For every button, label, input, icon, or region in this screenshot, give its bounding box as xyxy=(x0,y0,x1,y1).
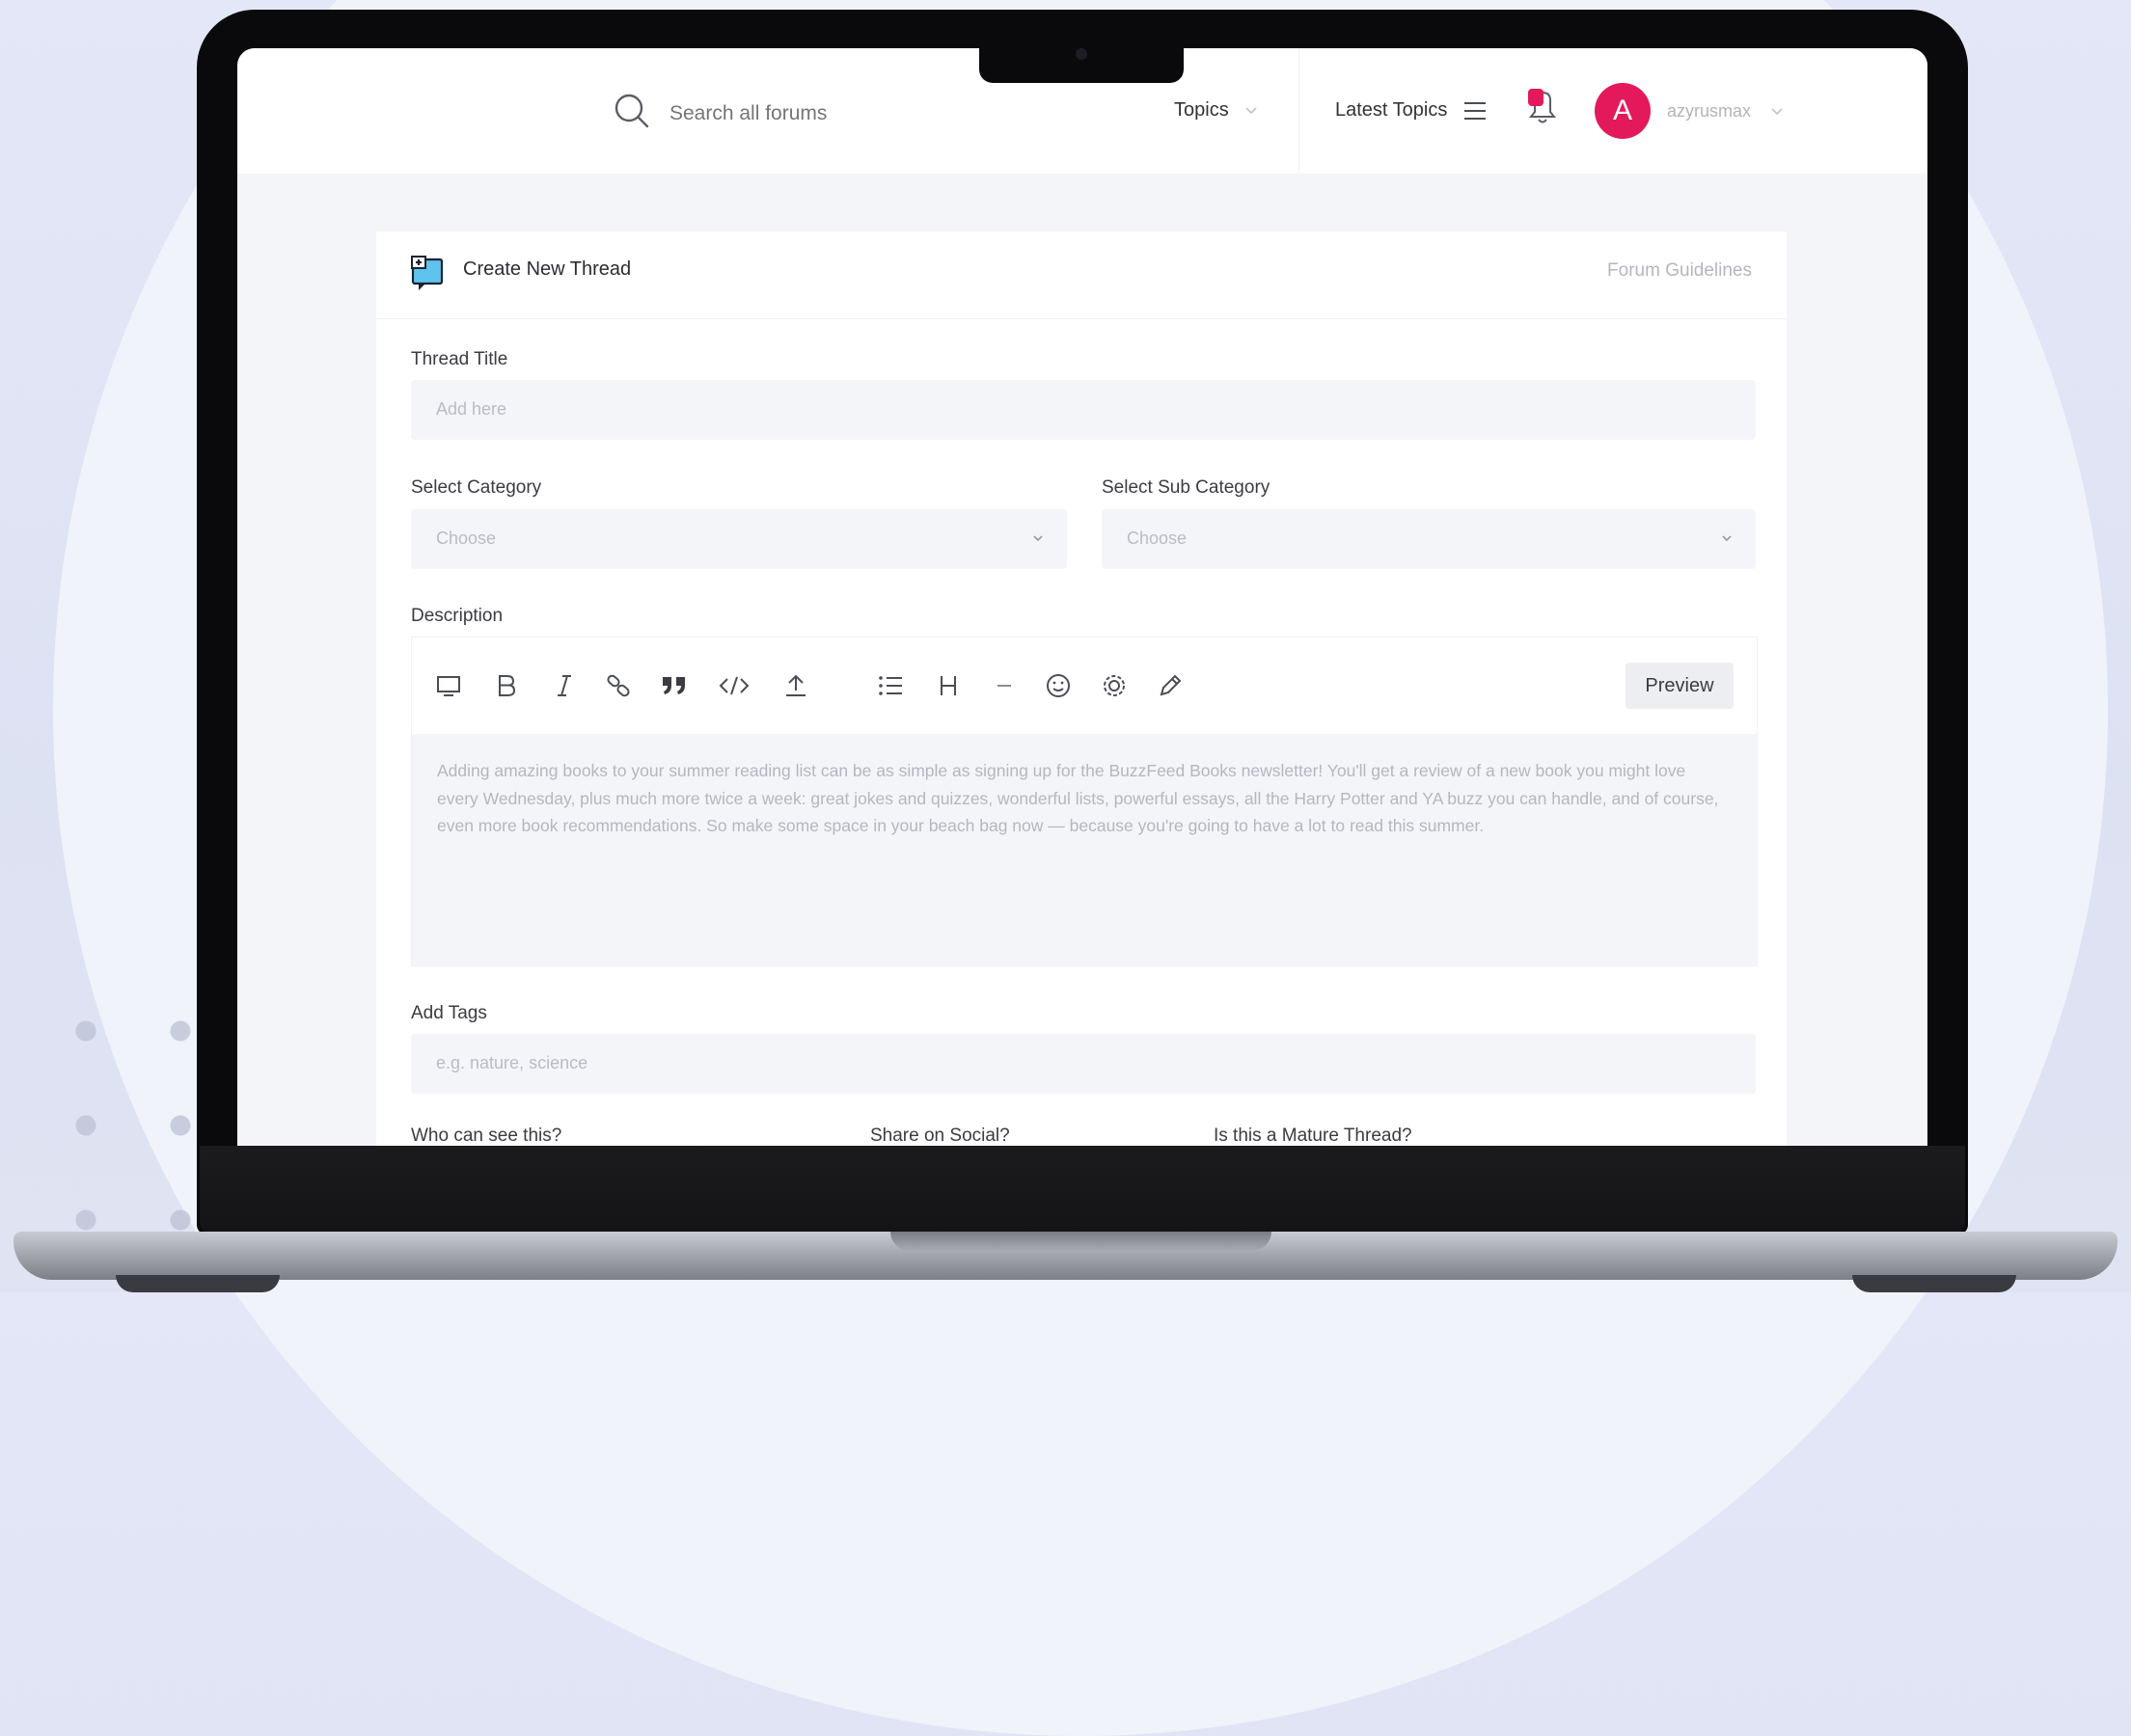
laptop-opening-lip xyxy=(890,1232,1271,1251)
avatar[interactable]: A xyxy=(1595,83,1651,139)
mature-label: Is this a Mature Thread? xyxy=(1214,1126,1412,1146)
laptop-foot xyxy=(116,1275,280,1292)
laptop-foot xyxy=(1852,1275,2016,1292)
editor-toolbar: Preview xyxy=(412,637,1757,734)
thread-title-placeholder: Add here xyxy=(436,399,507,419)
tags-label: Add Tags xyxy=(411,1003,487,1023)
latest-topics-button[interactable]: Latest Topics xyxy=(1335,99,1488,122)
square-icon[interactable] xyxy=(433,670,464,701)
new-thread-icon xyxy=(409,255,446,296)
tags-placeholder: e.g. nature, science xyxy=(436,1053,588,1072)
username-label: azyrusmax xyxy=(1667,101,1752,121)
chevron-down-icon xyxy=(1771,107,1783,115)
chevron-down-icon xyxy=(1033,535,1043,542)
chevron-down-icon xyxy=(1722,535,1732,542)
card-header: Create New Thread Forum Guidelines xyxy=(376,231,1787,319)
thread-title-input[interactable]: Add here xyxy=(411,380,1756,440)
list-icon[interactable] xyxy=(875,670,906,701)
user-menu[interactable]: azyrusmax xyxy=(1667,101,1784,122)
category-value: Choose xyxy=(436,529,497,548)
upload-icon[interactable] xyxy=(780,670,811,701)
search-icon xyxy=(614,93,650,134)
hr-icon[interactable] xyxy=(989,670,1020,701)
subcategory-value: Choose xyxy=(1127,529,1188,548)
subcategory-select[interactable]: Choose xyxy=(1102,509,1756,569)
italic-icon[interactable] xyxy=(549,670,580,701)
category-select[interactable]: Choose xyxy=(411,509,1067,569)
code-icon[interactable] xyxy=(719,670,750,701)
create-thread-card: Create New Thread Forum Guidelines Threa… xyxy=(376,231,1787,1146)
description-text: Adding amazing books to your summer read… xyxy=(437,761,1719,835)
notification-badge xyxy=(1528,89,1544,106)
link-icon[interactable] xyxy=(603,670,634,701)
settings-icon[interactable] xyxy=(1099,670,1130,701)
menu-icon xyxy=(1464,101,1487,120)
bold-icon[interactable] xyxy=(491,670,522,701)
laptop-bezel-bottom xyxy=(200,1146,1965,1234)
search-input[interactable] xyxy=(668,100,999,126)
emoji-icon[interactable] xyxy=(1043,670,1074,701)
camera-icon xyxy=(1076,48,1087,60)
page-title: Create New Thread xyxy=(463,258,632,280)
tags-input[interactable]: e.g. nature, science xyxy=(411,1034,1756,1094)
search-bar[interactable] xyxy=(614,93,999,134)
latest-topics-label: Latest Topics xyxy=(1335,99,1448,121)
category-label: Select Category xyxy=(411,477,542,498)
topics-dropdown[interactable]: Topics xyxy=(1174,99,1258,122)
avatar-initial: A xyxy=(1612,95,1632,126)
heading-icon[interactable] xyxy=(933,670,964,701)
description-label: Description xyxy=(411,606,504,626)
preview-button[interactable]: Preview xyxy=(1626,663,1734,709)
share-label: Share on Social? xyxy=(870,1126,1010,1146)
thread-title-label: Thread Title xyxy=(411,349,508,369)
quote-icon[interactable] xyxy=(659,670,690,701)
chevron-down-icon xyxy=(1245,106,1257,114)
preview-label: Preview xyxy=(1645,674,1714,696)
laptop-screen: Topics Latest Topics A azyrusmax Create … xyxy=(237,48,1927,1146)
subcategory-label: Select Sub Category xyxy=(1102,477,1270,498)
topics-label: Topics xyxy=(1174,99,1229,121)
nav-divider xyxy=(1298,48,1299,174)
description-editor: Preview Adding amazing books to your sum… xyxy=(411,637,1758,966)
description-textarea[interactable]: Adding amazing books to your summer read… xyxy=(412,734,1757,965)
pen-icon[interactable] xyxy=(1155,670,1186,701)
forum-guidelines-link[interactable]: Forum Guidelines xyxy=(1607,260,1752,282)
visibility-label: Who can see this? xyxy=(411,1126,562,1146)
